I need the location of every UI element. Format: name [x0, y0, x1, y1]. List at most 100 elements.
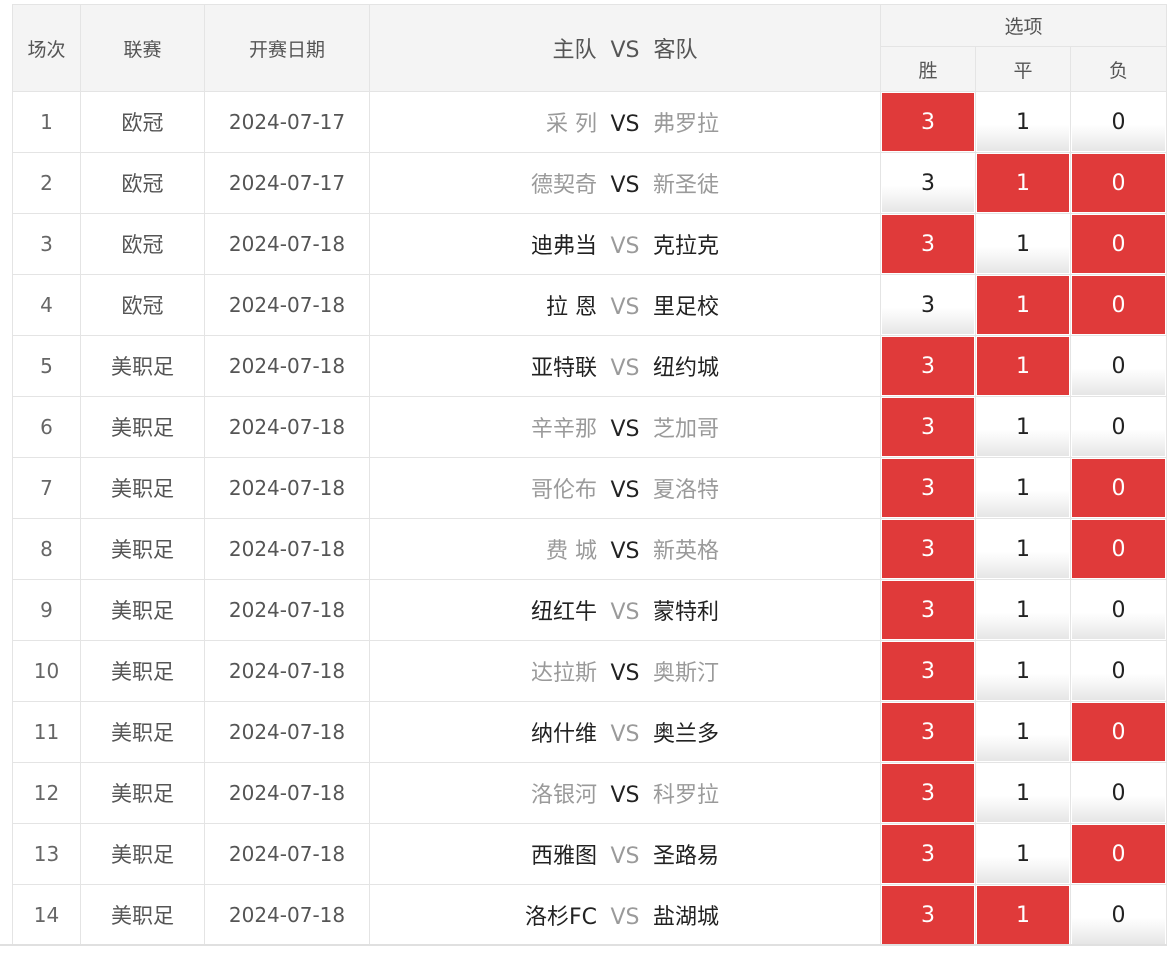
option-win[interactable]: 3 [880, 579, 976, 641]
option-lose[interactable]: 0 [1069, 213, 1167, 275]
option-win-button[interactable]: 3 [882, 825, 974, 883]
option-win[interactable]: 3 [880, 152, 976, 214]
option-lose-button[interactable]: 0 [1072, 337, 1166, 395]
row-date: 2024-07-18 [204, 884, 370, 946]
option-win[interactable]: 3 [880, 457, 976, 519]
row-match: 迪弗当 VS 克拉克 [369, 213, 881, 275]
option-lose[interactable]: 0 [1069, 579, 1167, 641]
option-win-button[interactable]: 3 [882, 337, 974, 395]
option-draw-button[interactable]: 1 [977, 459, 1069, 517]
row-league: 美职足 [80, 762, 205, 824]
option-draw-button[interactable]: 1 [977, 215, 1069, 273]
option-draw-button[interactable]: 1 [977, 276, 1069, 334]
option-lose-button[interactable]: 0 [1072, 886, 1166, 944]
option-draw[interactable]: 1 [975, 762, 1071, 824]
option-draw-button[interactable]: 1 [977, 764, 1069, 822]
option-draw[interactable]: 1 [975, 396, 1071, 458]
table-row: 9 美职足 2024-07-18 纽红牛 VS 蒙特利 3 1 0 [12, 579, 1167, 641]
option-lose-button[interactable]: 0 [1072, 642, 1166, 700]
option-draw-button[interactable]: 1 [977, 581, 1069, 639]
row-date: 2024-07-18 [204, 213, 370, 275]
option-draw-button[interactable]: 1 [977, 642, 1069, 700]
option-win[interactable]: 3 [880, 91, 976, 153]
option-win[interactable]: 3 [880, 823, 976, 885]
option-lose-button[interactable]: 0 [1072, 93, 1166, 151]
option-win-button[interactable]: 3 [882, 886, 974, 944]
option-lose[interactable]: 0 [1069, 152, 1167, 214]
option-draw[interactable]: 1 [975, 579, 1071, 641]
option-win[interactable]: 3 [880, 396, 976, 458]
row-index: 7 [12, 457, 81, 519]
option-draw[interactable]: 1 [975, 884, 1071, 946]
option-draw-button[interactable]: 1 [977, 703, 1069, 761]
option-draw-button[interactable]: 1 [977, 93, 1069, 151]
home-team: 迪弗当 [530, 234, 597, 259]
table-row: 1 欧冠 2024-07-17 采 列 VS 弗罗拉 3 1 0 [12, 91, 1167, 153]
option-win-button[interactable]: 3 [882, 215, 974, 273]
home-team: 费 城 [546, 539, 597, 564]
option-draw[interactable]: 1 [975, 640, 1071, 702]
option-win[interactable]: 3 [880, 884, 976, 946]
option-win[interactable]: 3 [880, 335, 976, 397]
option-lose-button[interactable]: 0 [1072, 459, 1166, 517]
option-draw-button[interactable]: 1 [977, 520, 1069, 578]
option-draw-button[interactable]: 1 [977, 154, 1069, 212]
option-lose[interactable]: 0 [1069, 335, 1167, 397]
home-team: 亚特联 [530, 356, 597, 381]
option-win[interactable]: 3 [880, 701, 976, 763]
option-win-button[interactable]: 3 [882, 276, 974, 334]
option-draw[interactable]: 1 [975, 823, 1071, 885]
option-lose[interactable]: 0 [1069, 884, 1167, 946]
option-draw[interactable]: 1 [975, 518, 1071, 580]
option-lose-button[interactable]: 0 [1072, 764, 1166, 822]
option-win-button[interactable]: 3 [882, 398, 974, 456]
option-win[interactable]: 3 [880, 274, 976, 336]
option-win[interactable]: 3 [880, 640, 976, 702]
option-lose-button[interactable]: 0 [1072, 276, 1166, 334]
option-draw[interactable]: 1 [975, 152, 1071, 214]
option-win[interactable]: 3 [880, 762, 976, 824]
option-lose[interactable]: 0 [1069, 640, 1167, 702]
option-lose[interactable]: 0 [1069, 762, 1167, 824]
option-win-button[interactable]: 3 [882, 93, 974, 151]
row-index: 11 [12, 701, 81, 763]
option-lose-button[interactable]: 0 [1072, 398, 1166, 456]
option-lose[interactable]: 0 [1069, 91, 1167, 153]
option-draw[interactable]: 1 [975, 91, 1071, 153]
option-win-button[interactable]: 3 [882, 520, 974, 578]
option-lose-button[interactable]: 0 [1072, 520, 1166, 578]
option-draw-button[interactable]: 1 [977, 337, 1069, 395]
option-win-button[interactable]: 3 [882, 154, 974, 212]
option-lose[interactable]: 0 [1069, 701, 1167, 763]
row-match: 哥伦布 VS 夏洛特 [369, 457, 881, 519]
option-draw[interactable]: 1 [975, 274, 1071, 336]
row-date: 2024-07-17 [204, 152, 370, 214]
option-draw-button[interactable]: 1 [977, 398, 1069, 456]
option-draw[interactable]: 1 [975, 335, 1071, 397]
option-draw[interactable]: 1 [975, 701, 1071, 763]
option-lose[interactable]: 0 [1069, 274, 1167, 336]
option-lose[interactable]: 0 [1069, 457, 1167, 519]
option-lose-button[interactable]: 0 [1072, 154, 1166, 212]
away-team: 里足校 [653, 295, 720, 320]
option-draw[interactable]: 1 [975, 213, 1071, 275]
option-lose[interactable]: 0 [1069, 823, 1167, 885]
option-lose-button[interactable]: 0 [1072, 581, 1166, 639]
vs-label: VS [610, 234, 640, 259]
option-win-button[interactable]: 3 [882, 459, 974, 517]
option-lose[interactable]: 0 [1069, 518, 1167, 580]
option-draw-button[interactable]: 1 [977, 825, 1069, 883]
option-lose-button[interactable]: 0 [1072, 703, 1166, 761]
option-draw-button[interactable]: 1 [977, 886, 1069, 944]
option-lose-button[interactable]: 0 [1072, 825, 1166, 883]
home-team: 辛辛那 [530, 417, 597, 442]
option-draw[interactable]: 1 [975, 457, 1071, 519]
option-win[interactable]: 3 [880, 518, 976, 580]
option-lose-button[interactable]: 0 [1072, 215, 1166, 273]
option-win-button[interactable]: 3 [882, 764, 974, 822]
option-win-button[interactable]: 3 [882, 703, 974, 761]
option-win-button[interactable]: 3 [882, 581, 974, 639]
option-win[interactable]: 3 [880, 213, 976, 275]
option-lose[interactable]: 0 [1069, 396, 1167, 458]
option-win-button[interactable]: 3 [882, 642, 974, 700]
